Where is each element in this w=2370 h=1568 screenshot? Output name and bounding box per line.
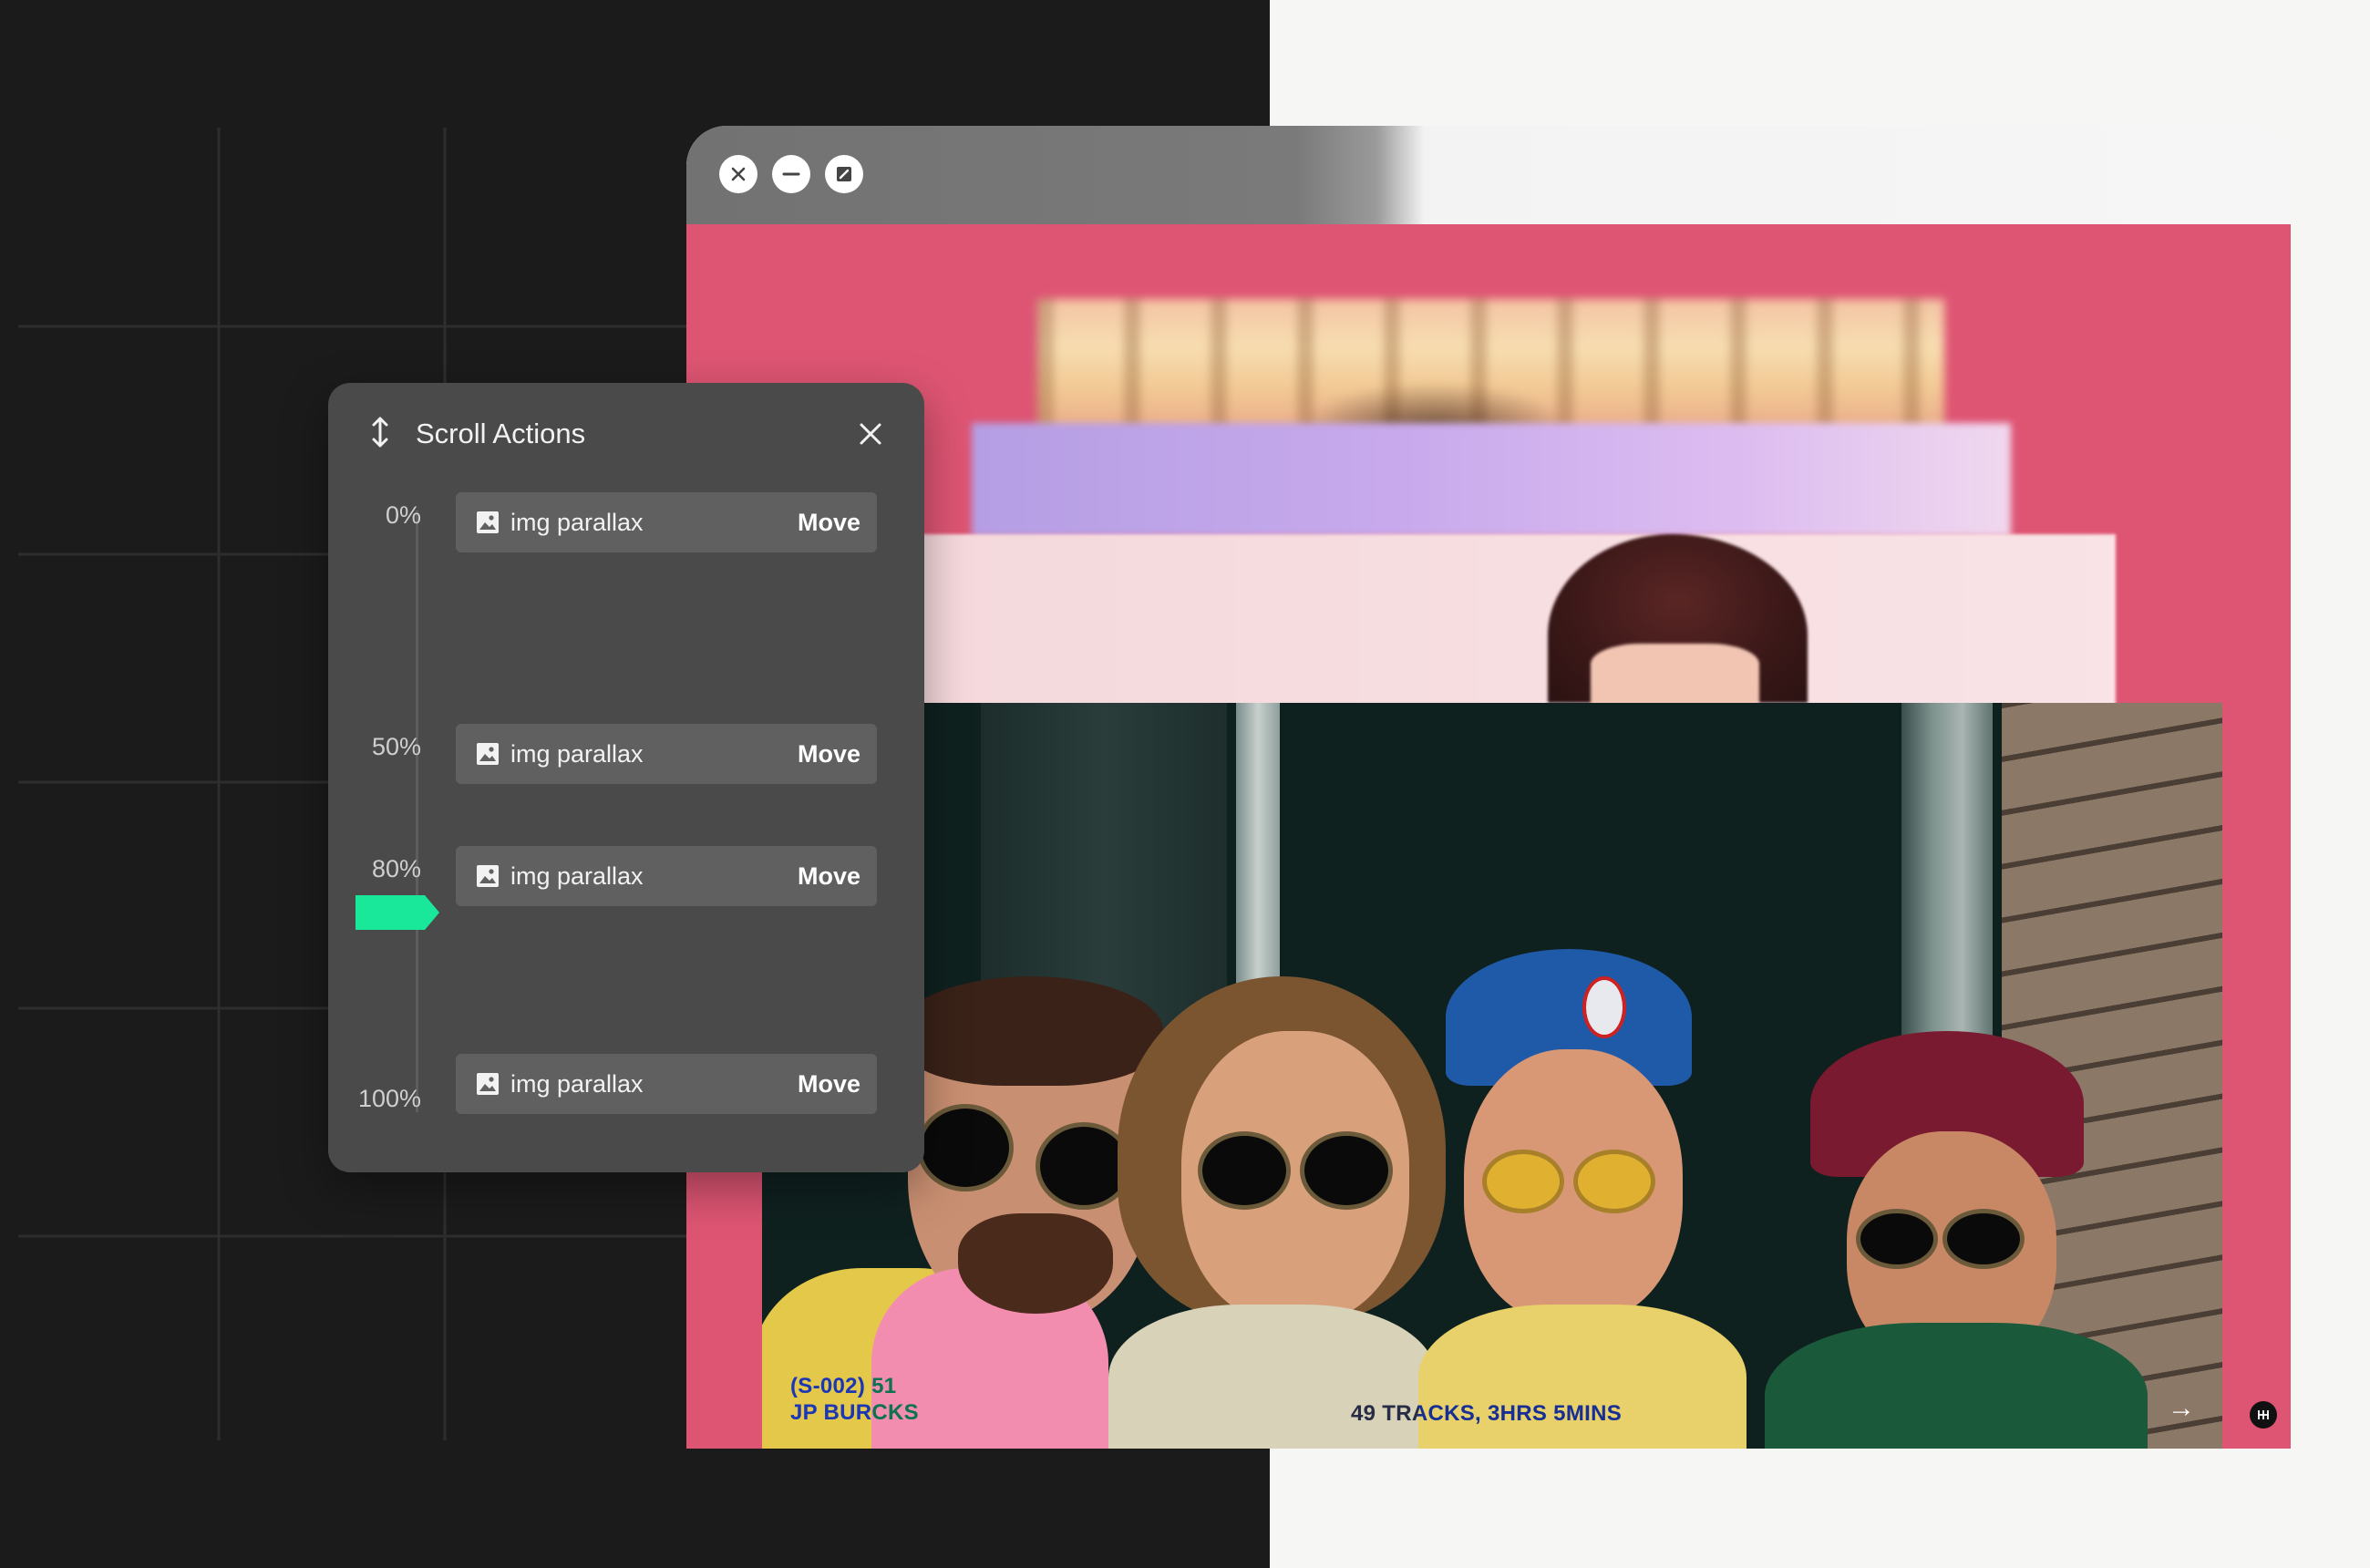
expand-icon xyxy=(837,167,851,181)
arrow-right-icon[interactable]: → xyxy=(2168,1393,2195,1424)
release-code-text: (S-002) 51 xyxy=(790,1374,897,1398)
parallax-image-sunset xyxy=(1037,299,1944,436)
image-icon xyxy=(477,743,499,765)
window-close-button[interactable] xyxy=(719,155,757,193)
browser-titlebar xyxy=(686,126,2291,224)
image-icon xyxy=(477,865,499,887)
scroll-action-row[interactable]: img parallax Move xyxy=(456,724,877,784)
scroll-action-row[interactable]: img parallax Move xyxy=(456,1054,877,1114)
action-target-label: img parallax xyxy=(510,740,644,768)
image-icon xyxy=(477,1073,499,1095)
panel-header: Scroll Actions xyxy=(328,383,924,483)
site-preview: (S-002) 51 JP BURCKS xyxy=(686,224,2291,1449)
artist-name-text: JP BURCKS xyxy=(790,1400,919,1425)
image-icon xyxy=(477,511,499,533)
minimize-icon xyxy=(782,172,800,176)
action-target-label: img parallax xyxy=(510,509,644,536)
panel-close-button[interactable] xyxy=(852,416,889,452)
timeline-percent-50: 50% xyxy=(371,733,421,760)
action-type-label: Move xyxy=(797,740,860,768)
parallax-image-portrait xyxy=(905,534,2116,712)
vertical-arrows-icon xyxy=(372,417,388,448)
timeline-percent-100: 100% xyxy=(357,1085,421,1112)
timeline-track xyxy=(416,565,418,1112)
action-target-label: img parallax xyxy=(510,1070,644,1098)
scroll-actions-panel: Scroll Actions 0% img parallax Move 50% … xyxy=(328,383,924,1172)
parallax-image-lilac xyxy=(972,423,2011,537)
window-minimize-button[interactable] xyxy=(772,155,810,193)
close-icon xyxy=(731,167,746,181)
window-expand-button[interactable] xyxy=(825,155,863,193)
action-type-label: Move xyxy=(797,509,860,536)
action-type-label: Move xyxy=(797,862,860,890)
browser-window: (S-002) 51 JP BURCKS xyxy=(686,126,2291,1449)
logo-badge-icon[interactable] xyxy=(2250,1401,2277,1429)
scroll-progress-marker[interactable] xyxy=(354,893,441,932)
panel-title: Scroll Actions xyxy=(416,418,586,449)
timeline-percent-80: 80% xyxy=(371,855,421,882)
tracks-summary: 49 TRACKS, 3HRS 5MINS xyxy=(1351,1401,1623,1426)
release-meta-overlay: (S-002) 51 JP BURCKS xyxy=(790,1373,919,1426)
band-photo xyxy=(762,703,2222,1449)
scroll-action-row[interactable]: img parallax Move xyxy=(456,846,877,906)
action-target-label: img parallax xyxy=(510,862,644,890)
timeline-percent-0: 0% xyxy=(385,501,421,529)
scroll-action-row[interactable]: img parallax Move xyxy=(456,492,877,552)
action-type-label: Move xyxy=(797,1070,860,1098)
